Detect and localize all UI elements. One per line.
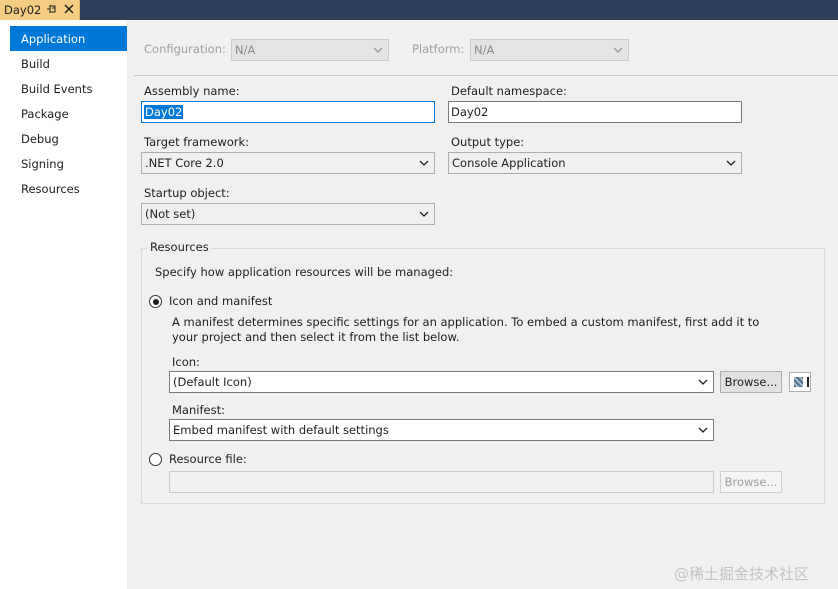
chevron-down-icon	[726, 160, 736, 166]
sidebar-item-label: Build Events	[21, 81, 93, 96]
resources-description: Specify how application resources will b…	[155, 265, 454, 279]
close-icon[interactable]	[63, 3, 75, 15]
target-framework-select[interactable]: .NET Core 2.0	[141, 152, 435, 174]
property-pages-sidebar: Application Build Build Events Package D…	[0, 20, 127, 589]
sidebar-item-build[interactable]: Build	[10, 51, 127, 76]
sidebar-item-label: Application	[21, 31, 86, 46]
icon-and-manifest-label[interactable]: Icon and manifest	[169, 294, 272, 308]
platform-label: Platform:	[412, 42, 465, 56]
startup-object-label: Startup object:	[144, 186, 230, 200]
output-type-select[interactable]: Console Application	[448, 152, 742, 174]
icon-manifest-description-line2: your project and then select it from the…	[172, 330, 460, 344]
icon-browse-button[interactable]: Browse...	[720, 371, 782, 393]
resource-file-label[interactable]: Resource file:	[169, 452, 247, 466]
icon-browse-label: Browse...	[724, 375, 778, 389]
target-framework-value: .NET Core 2.0	[145, 156, 224, 170]
output-type-label: Output type:	[451, 135, 525, 149]
chevron-down-icon	[613, 47, 623, 53]
target-framework-label: Target framework:	[144, 135, 250, 149]
document-tab[interactable]: Day02	[0, 0, 80, 20]
sidebar-item-package[interactable]: Package	[10, 101, 127, 126]
resource-file-input[interactable]	[169, 471, 714, 493]
manifest-value: Embed manifest with default settings	[173, 423, 389, 437]
icon-preview-marker	[807, 377, 809, 387]
chevron-down-icon	[419, 211, 429, 217]
icon-manifest-description-line1: A manifest determines specific settings …	[172, 315, 760, 329]
manifest-label: Manifest:	[172, 403, 225, 417]
resource-file-radio[interactable]	[149, 453, 162, 466]
configuration-label: Configuration:	[144, 42, 226, 56]
chevron-down-icon	[698, 427, 708, 433]
sidebar-item-resources[interactable]: Resources	[10, 176, 127, 201]
icon-preview	[789, 372, 811, 392]
resources-group-title: Resources	[147, 240, 212, 254]
sidebar-item-signing[interactable]: Signing	[10, 151, 127, 176]
sidebar-item-debug[interactable]: Debug	[10, 126, 127, 151]
icon-value: (Default Icon)	[173, 375, 252, 389]
separator	[134, 75, 838, 76]
manifest-select[interactable]: Embed manifest with default settings	[169, 419, 714, 441]
application-page: Configuration: N/A Platform: N/A Assembl…	[127, 20, 838, 589]
watermark: @稀土掘金技术社区	[674, 565, 810, 583]
sidebar-item-application[interactable]: Application	[10, 26, 127, 51]
platform-select[interactable]: N/A	[470, 39, 629, 61]
chevron-down-icon	[373, 47, 383, 53]
assembly-name-value: Day02	[144, 105, 184, 119]
chevron-down-icon	[419, 160, 429, 166]
default-namespace-input[interactable]: Day02	[448, 101, 742, 123]
icon-select[interactable]: (Default Icon)	[169, 371, 714, 393]
icon-label: Icon:	[172, 355, 200, 369]
platform-value: N/A	[474, 43, 495, 57]
pin-icon[interactable]	[46, 3, 58, 15]
assembly-name-input[interactable]: Day02	[141, 101, 435, 123]
configuration-select[interactable]: N/A	[231, 39, 389, 61]
sidebar-item-label: Build	[21, 56, 50, 71]
output-type-value: Console Application	[452, 156, 566, 170]
title-bar: Day02	[0, 0, 838, 20]
active-item-arrow	[117, 28, 126, 44]
chevron-down-icon	[698, 379, 708, 385]
default-namespace-value: Day02	[451, 105, 489, 119]
startup-object-value: (Not set)	[145, 207, 196, 221]
assembly-name-label: Assembly name:	[144, 84, 240, 98]
resource-file-browse-label: Browse...	[724, 475, 778, 489]
sidebar-item-build-events[interactable]: Build Events	[10, 76, 127, 101]
default-namespace-label: Default namespace:	[451, 84, 567, 98]
icon-and-manifest-radio[interactable]	[149, 295, 162, 308]
application-icon	[794, 377, 803, 387]
document-tab-title: Day02	[4, 3, 42, 17]
sidebar-item-label: Package	[21, 106, 69, 121]
sidebar-item-label: Resources	[21, 181, 80, 196]
sidebar-item-label: Signing	[21, 156, 64, 171]
resource-file-browse-button[interactable]: Browse...	[720, 471, 782, 493]
configuration-value: N/A	[235, 43, 256, 57]
startup-object-select[interactable]: (Not set)	[141, 203, 435, 225]
sidebar-item-label: Debug	[21, 131, 59, 146]
